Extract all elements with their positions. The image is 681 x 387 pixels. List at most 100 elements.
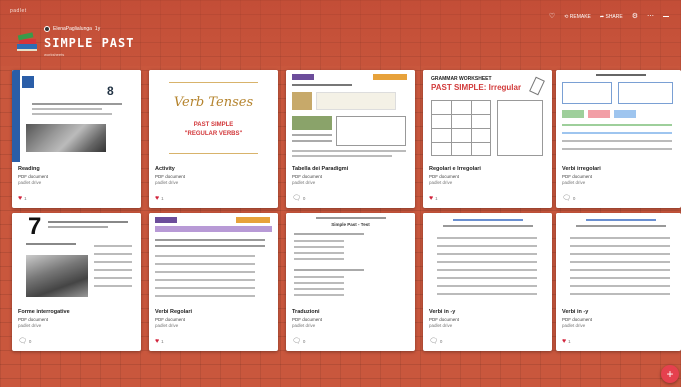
- pdf-thumbnail[interactable]: 7: [12, 213, 141, 305]
- more-menu-button[interactable]: ⋯: [647, 13, 654, 20]
- comment-icon[interactable]: 🗨: [292, 194, 301, 202]
- reaction-count: 0: [302, 338, 306, 344]
- reaction[interactable]: ♥ 1: [18, 195, 27, 202]
- card-type: PDF document: [429, 173, 460, 179]
- card-title: Verbi irregolari: [562, 166, 601, 172]
- card-source: padlet drive: [18, 179, 42, 185]
- card-type: PDF document: [292, 316, 323, 322]
- pdf-thumbnail[interactable]: [149, 213, 278, 305]
- owner-name[interactable]: ElenaPaglialunga: [53, 26, 92, 32]
- card-source: padlet drive: [562, 179, 586, 185]
- header-actions: ♡ ⟲ REMAKE ➦ SHARE ⚙ ⋯: [549, 13, 669, 20]
- heart-icon[interactable]: ♥: [562, 338, 566, 345]
- add-post-button[interactable]: +: [661, 365, 679, 383]
- page-subtitle: worksheets: [44, 52, 65, 57]
- reaction[interactable]: 🗨 0: [18, 337, 31, 345]
- pdf-thumbnail[interactable]: [556, 70, 681, 162]
- post-card[interactable]: Verb Tenses PAST SIMPLE "REGULAR VERBS" …: [149, 70, 278, 208]
- reaction[interactable]: ♥ 1: [155, 195, 164, 202]
- photo: [26, 255, 88, 297]
- reaction-count: 1: [568, 339, 571, 344]
- card-title: Verbi in -y: [429, 309, 456, 315]
- reaction[interactable]: 🗨 0: [562, 194, 575, 202]
- pdf-thumbnail[interactable]: Verb Tenses PAST SIMPLE "REGULAR VERBS": [149, 70, 278, 162]
- post-card[interactable]: GRAMMAR WORKSHEET PAST SIMPLE: Irregular…: [423, 70, 552, 208]
- post-card[interactable]: Verbi irregolari PDF document padlet dri…: [556, 70, 681, 208]
- card-title: Verbi Regolari: [155, 309, 192, 315]
- worksheet-label: GRAMMAR WORKSHEET: [431, 76, 492, 82]
- reaction-count: 0: [28, 338, 32, 344]
- card-type: PDF document: [155, 173, 186, 179]
- pdf-thumbnail[interactable]: 8: [12, 70, 141, 162]
- reaction-count: 0: [439, 338, 443, 344]
- reaction-count: 1: [161, 339, 164, 344]
- owner-line: ElenaPaglialunga 1y: [44, 26, 100, 32]
- heart-outline-icon[interactable]: ♡: [549, 13, 555, 20]
- reaction-count: 0: [572, 195, 576, 201]
- pdf-thumbnail[interactable]: Simple Past - Test: [286, 213, 415, 305]
- reaction[interactable]: ♥ 1: [562, 338, 571, 345]
- post-card[interactable]: Simple Past - Test Traduzioni PDF docume…: [286, 213, 415, 351]
- reaction[interactable]: ♥ 1: [429, 195, 438, 202]
- thumb-heading: Simple Past - Test: [331, 222, 370, 227]
- worksheet-title: PAST SIMPLE: Irregular: [431, 83, 522, 92]
- card-source: padlet drive: [155, 322, 179, 328]
- card-source: padlet drive: [429, 322, 453, 328]
- post-card[interactable]: 7 Forme interrogative PDF document padle…: [12, 213, 141, 351]
- thumb-heading: Verb Tenses: [173, 95, 254, 110]
- share-button[interactable]: ➦ SHARE: [600, 14, 623, 20]
- thumb-sub1: PAST SIMPLE: [193, 122, 234, 128]
- card-title: Regolari e Irregolari: [429, 166, 481, 172]
- heart-icon[interactable]: ♥: [18, 195, 22, 202]
- unit-number: 7: [28, 213, 42, 240]
- pdf-thumbnail[interactable]: GRAMMAR WORKSHEET PAST SIMPLE: Irregular: [423, 70, 552, 162]
- comment-icon[interactable]: 🗨: [18, 337, 27, 345]
- post-card[interactable]: Verbi in -y PDF document padlet drive ♥ 1: [556, 213, 681, 351]
- card-type: PDF document: [562, 316, 593, 322]
- page-title: SIMPLE PAST: [44, 36, 135, 50]
- settings-gear-icon[interactable]: ⚙: [632, 13, 638, 20]
- heart-icon[interactable]: ♥: [429, 195, 433, 202]
- comment-icon[interactable]: 🗨: [292, 337, 301, 345]
- reaction-count: 1: [161, 196, 164, 201]
- card-source: padlet drive: [429, 179, 453, 185]
- post-card[interactable]: 8 Reading PDF document padlet drive ♥ 1: [12, 70, 141, 208]
- card-source: padlet drive: [18, 322, 42, 328]
- card-source: padlet drive: [562, 322, 586, 328]
- comment-icon[interactable]: 🗨: [429, 337, 438, 345]
- card-title: Traduzioni: [292, 309, 320, 315]
- remake-button[interactable]: ⟲ REMAKE: [564, 14, 591, 20]
- reaction[interactable]: 🗨 0: [292, 194, 305, 202]
- post-card[interactable]: Verbi in -y PDF document padlet drive 🗨 0: [423, 213, 552, 351]
- card-type: PDF document: [429, 316, 460, 322]
- app-name[interactable]: padlet: [10, 8, 27, 14]
- owner-avatar[interactable]: [44, 26, 50, 32]
- comment-icon[interactable]: 🗨: [562, 194, 571, 202]
- card-type: PDF document: [18, 173, 49, 179]
- card-source: padlet drive: [292, 179, 316, 185]
- pdf-thumbnail[interactable]: [556, 213, 681, 305]
- reading-photo: [26, 124, 106, 152]
- pdf-thumbnail[interactable]: [286, 70, 415, 162]
- heart-icon[interactable]: ♥: [155, 338, 159, 345]
- card-type: PDF document: [292, 173, 323, 179]
- post-card[interactable]: Verbi Regolari PDF document padlet drive…: [149, 213, 278, 351]
- card-title: Forme interrogative: [18, 309, 70, 315]
- pdf-thumbnail[interactable]: [423, 213, 552, 305]
- post-card[interactable]: Tabella dei Paradigmi PDF document padle…: [286, 70, 415, 208]
- card-type: PDF document: [562, 173, 593, 179]
- reaction-count: 1: [435, 196, 438, 201]
- unit-number: 8: [107, 84, 114, 98]
- reaction[interactable]: 🗨 0: [292, 337, 305, 345]
- heart-icon[interactable]: ♥: [155, 195, 159, 202]
- card-source: padlet drive: [292, 322, 316, 328]
- reaction[interactable]: 🗨 0: [429, 337, 442, 345]
- card-source: padlet drive: [155, 179, 179, 185]
- thumb-sub2: "REGULAR VERBS": [184, 131, 243, 137]
- card-type: PDF document: [18, 316, 49, 322]
- share-label: SHARE: [605, 13, 623, 20]
- reaction[interactable]: ♥ 1: [155, 338, 164, 345]
- reaction-count: 1: [24, 196, 27, 201]
- minimize-icon[interactable]: [663, 16, 669, 17]
- card-title: Activity: [155, 166, 175, 172]
